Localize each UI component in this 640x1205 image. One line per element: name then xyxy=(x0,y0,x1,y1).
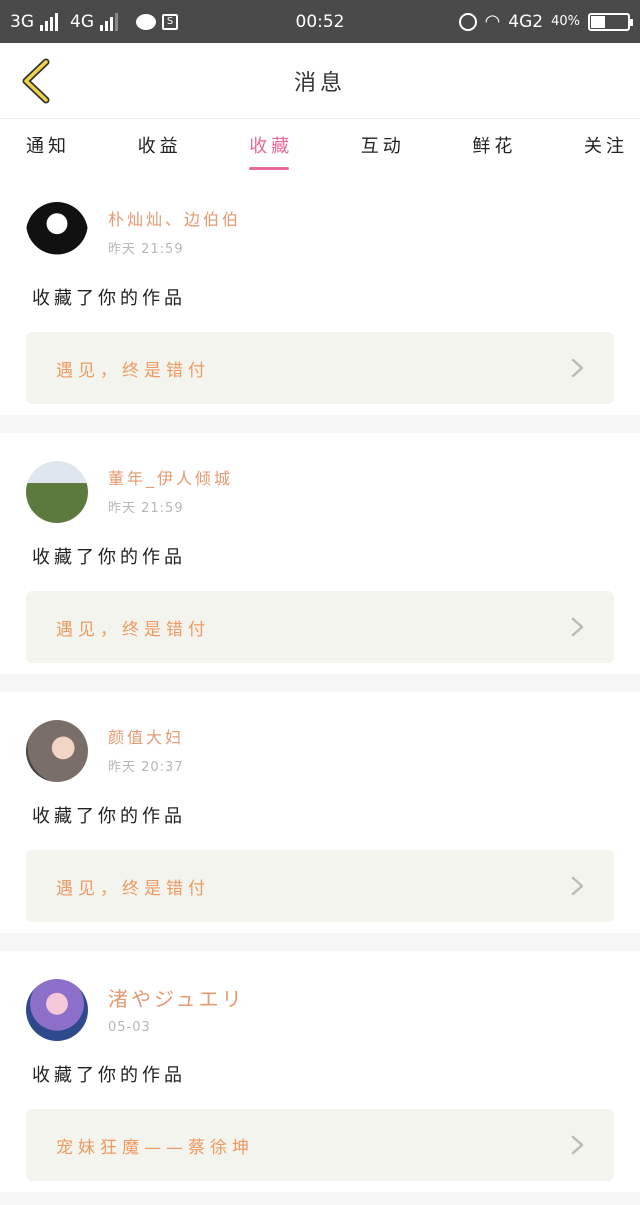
work-title: 遇见，终是错付 xyxy=(56,878,210,899)
tab-interactions[interactable]: 互动 xyxy=(361,124,405,170)
work-link[interactable]: 宠妹狂魔——蔡徐坤 xyxy=(26,1109,614,1181)
message-card: 董年_伊人倾城 昨天 21:59 收藏了你的作品 遇见，终是错付 xyxy=(0,433,640,674)
user-name[interactable]: 颜值大妇 xyxy=(108,724,184,748)
alarm-icon xyxy=(458,12,477,31)
chevron-right-icon xyxy=(571,358,584,378)
message-list: 朴灿灿、边伯伯 昨天 21:59 收藏了你的作品 遇见，终是错付 董年_伊人倾城… xyxy=(0,174,640,1192)
user-name[interactable]: 渚やジュエリ xyxy=(108,983,245,1012)
back-button[interactable] xyxy=(18,57,54,105)
avatar[interactable] xyxy=(26,202,88,264)
action-text: 收藏了你的作品 xyxy=(32,806,186,827)
header: 消息 xyxy=(0,43,640,119)
user-name[interactable]: 董年_伊人倾城 xyxy=(108,465,233,489)
work-title: 宠妹狂魔——蔡徐坤 xyxy=(56,1137,254,1158)
work-link[interactable]: 遇见，终是错付 xyxy=(26,850,614,922)
tab-flowers[interactable]: 鲜花 xyxy=(472,124,516,170)
message-card: 朴灿灿、边伯伯 昨天 21:59 收藏了你的作品 遇见，终是错付 xyxy=(0,174,640,415)
tab-earnings[interactable]: 收益 xyxy=(138,124,182,170)
status-right: ◠ 4G2 40% xyxy=(458,11,633,32)
user-name[interactable]: 朴灿灿、边伯伯 xyxy=(108,206,241,230)
avatar[interactable] xyxy=(26,979,88,1041)
wifi-icon: ◠ xyxy=(484,11,501,32)
message-time: 昨天 21:59 xyxy=(108,501,184,516)
message-card: 渚やジュエリ 05-03 收藏了你的作品 宠妹狂魔——蔡徐坤 xyxy=(0,951,640,1192)
battery-percent: 40% xyxy=(551,14,580,29)
work-link[interactable]: 遇见，终是错付 xyxy=(26,332,614,404)
work-title: 遇见，终是错付 xyxy=(56,619,210,640)
tab-bar: 通知 收益 收藏 互动 鲜花 关注 xyxy=(0,119,640,174)
tab-favorites[interactable]: 收藏 xyxy=(249,124,293,170)
battery-icon xyxy=(588,12,633,31)
work-link[interactable]: 遇见，终是错付 xyxy=(26,591,614,663)
avatar[interactable] xyxy=(26,720,88,782)
work-title: 遇见，终是错付 xyxy=(56,360,210,381)
avatar[interactable] xyxy=(26,461,88,523)
message-card: 颜值大妇 昨天 20:37 收藏了你的作品 遇见，终是错付 xyxy=(0,692,640,933)
status-bar: 3G 4G S 00:52 ◠ 4G2 40% xyxy=(0,0,640,43)
message-time: 昨天 21:59 xyxy=(108,242,184,257)
chevron-right-icon xyxy=(571,1135,584,1155)
tab-follows[interactable]: 关注 xyxy=(584,124,628,170)
action-text: 收藏了你的作品 xyxy=(32,288,186,309)
network-4g2-label: 4G2 xyxy=(508,11,544,32)
action-text: 收藏了你的作品 xyxy=(32,1065,186,1086)
message-time: 05-03 xyxy=(108,1020,151,1035)
chevron-left-icon xyxy=(22,58,50,104)
action-text: 收藏了你的作品 xyxy=(32,547,186,568)
page-title: 消息 xyxy=(293,70,346,96)
tab-notifications[interactable]: 通知 xyxy=(26,124,70,170)
message-time: 昨天 20:37 xyxy=(108,760,184,775)
chevron-right-icon xyxy=(571,876,584,896)
chevron-right-icon xyxy=(571,617,584,637)
